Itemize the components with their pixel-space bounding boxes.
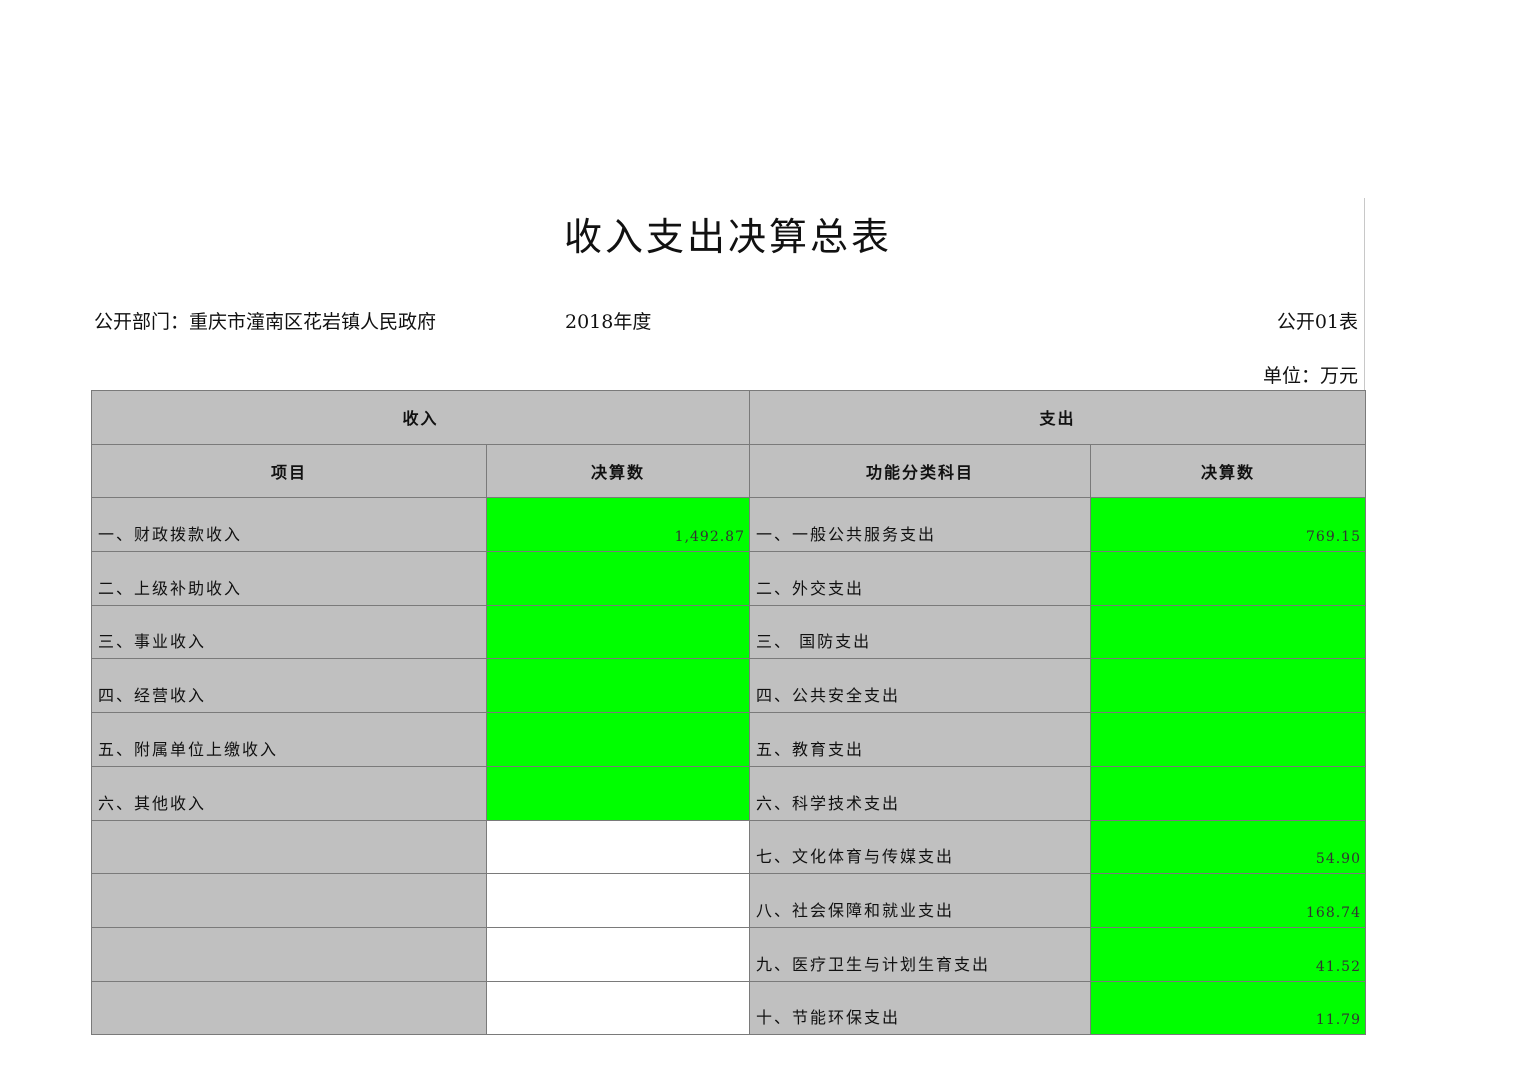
table-row: 七、文化体育与传媒支出 54.90: [91, 819, 1366, 875]
income-amount-cell: [486, 980, 750, 1036]
column-header-row: 项目 决算数 功能分类科目 决算数: [91, 443, 1366, 499]
income-amount-header: 决算数: [486, 443, 750, 499]
income-item-cell: 三、事业收入: [91, 604, 487, 660]
expenditure-amount-cell: [1090, 765, 1366, 821]
income-amount-cell: [486, 873, 750, 928]
expenditure-item-cell: 十、节能环保支出: [749, 980, 1091, 1036]
expenditure-amount-cell: 41.52: [1090, 926, 1366, 982]
expenditure-item-cell: 四、公共安全支出: [749, 658, 1091, 714]
table-row: 一、财政拨款收入 1,492.87 一、一般公共服务支出 769.15: [91, 497, 1366, 553]
income-item-cell: [91, 980, 487, 1036]
expenditure-amount-cell: [1090, 712, 1366, 767]
income-item-cell: [91, 873, 487, 928]
expenditure-amount-header: 决算数: [1090, 443, 1366, 499]
expenditure-amount-cell: [1090, 658, 1366, 714]
income-section-header: 收入: [91, 390, 750, 445]
table-row: 九、医疗卫生与计划生育支出 41.52: [91, 926, 1366, 982]
income-amount-cell: [486, 551, 750, 606]
income-item-cell: 五、附属单位上缴收入: [91, 712, 487, 767]
expenditure-amount-cell: 54.90: [1090, 819, 1366, 875]
budget-summary-table: 收入 支出 项目 决算数 功能分类科目 决算数 一、财政拨款收入 1,492.87…: [91, 390, 1366, 1036]
income-amount-cell: [486, 926, 750, 982]
section-header-row: 收入 支出: [91, 390, 1366, 445]
unit-label: 单位：万元: [1262, 365, 1358, 387]
income-amount-cell: [486, 712, 750, 767]
table-row: 十、节能环保支出 11.79: [91, 980, 1366, 1036]
income-item-header: 项目: [91, 443, 487, 499]
income-amount-cell: [486, 819, 750, 875]
expenditure-amount-cell: 769.15: [1090, 497, 1366, 553]
expenditure-item-cell: 六、科学技术支出: [749, 765, 1091, 821]
department-label: 公开部门：重庆市潼南区花岩镇人民政府: [94, 311, 437, 333]
expenditure-item-cell: 八、社会保障和就业支出: [749, 873, 1091, 928]
income-item-cell: [91, 926, 487, 982]
expenditure-item-cell: 九、医疗卫生与计划生育支出: [749, 926, 1091, 982]
expenditure-section-header: 支出: [749, 390, 1366, 445]
page-title: 收入支出决算总表: [563, 215, 892, 259]
income-amount-cell: [486, 604, 750, 660]
income-amount-cell: 1,492.87: [486, 497, 750, 553]
expenditure-item-cell: 五、教育支出: [749, 712, 1091, 767]
income-item-cell: [91, 819, 487, 875]
expenditure-item-header: 功能分类科目: [749, 443, 1091, 499]
income-item-cell: 六、其他收入: [91, 765, 487, 821]
expenditure-amount-cell: [1090, 604, 1366, 660]
form-number-label: 公开01表: [1276, 311, 1358, 333]
income-amount-cell: [486, 765, 750, 821]
income-item-cell: 二、上级补助收入: [91, 551, 487, 606]
income-item-cell: 四、经营收入: [91, 658, 487, 714]
table-row: 四、经营收入 四、公共安全支出: [91, 658, 1366, 714]
expenditure-amount-cell: 11.79: [1090, 980, 1366, 1036]
table-row: 五、附属单位上缴收入 五、教育支出: [91, 712, 1366, 767]
income-item-cell: 一、财政拨款收入: [91, 497, 487, 553]
expenditure-item-cell: 三、 国防支出: [749, 604, 1091, 660]
table-row: 六、其他收入 六、科学技术支出: [91, 765, 1366, 821]
table-row: 八、社会保障和就业支出 168.74: [91, 873, 1366, 928]
expenditure-amount-cell: 168.74: [1090, 873, 1366, 928]
table-row: 三、事业收入 三、 国防支出: [91, 604, 1366, 660]
expenditure-item-cell: 二、外交支出: [749, 551, 1091, 606]
income-amount-cell: [486, 658, 750, 714]
expenditure-amount-cell: [1090, 551, 1366, 606]
expenditure-item-cell: 一、一般公共服务支出: [749, 497, 1091, 553]
expenditure-item-cell: 七、文化体育与传媒支出: [749, 819, 1091, 875]
table-row: 二、上级补助收入 二、外交支出: [91, 551, 1366, 606]
year-label: 2018年度: [565, 311, 652, 333]
